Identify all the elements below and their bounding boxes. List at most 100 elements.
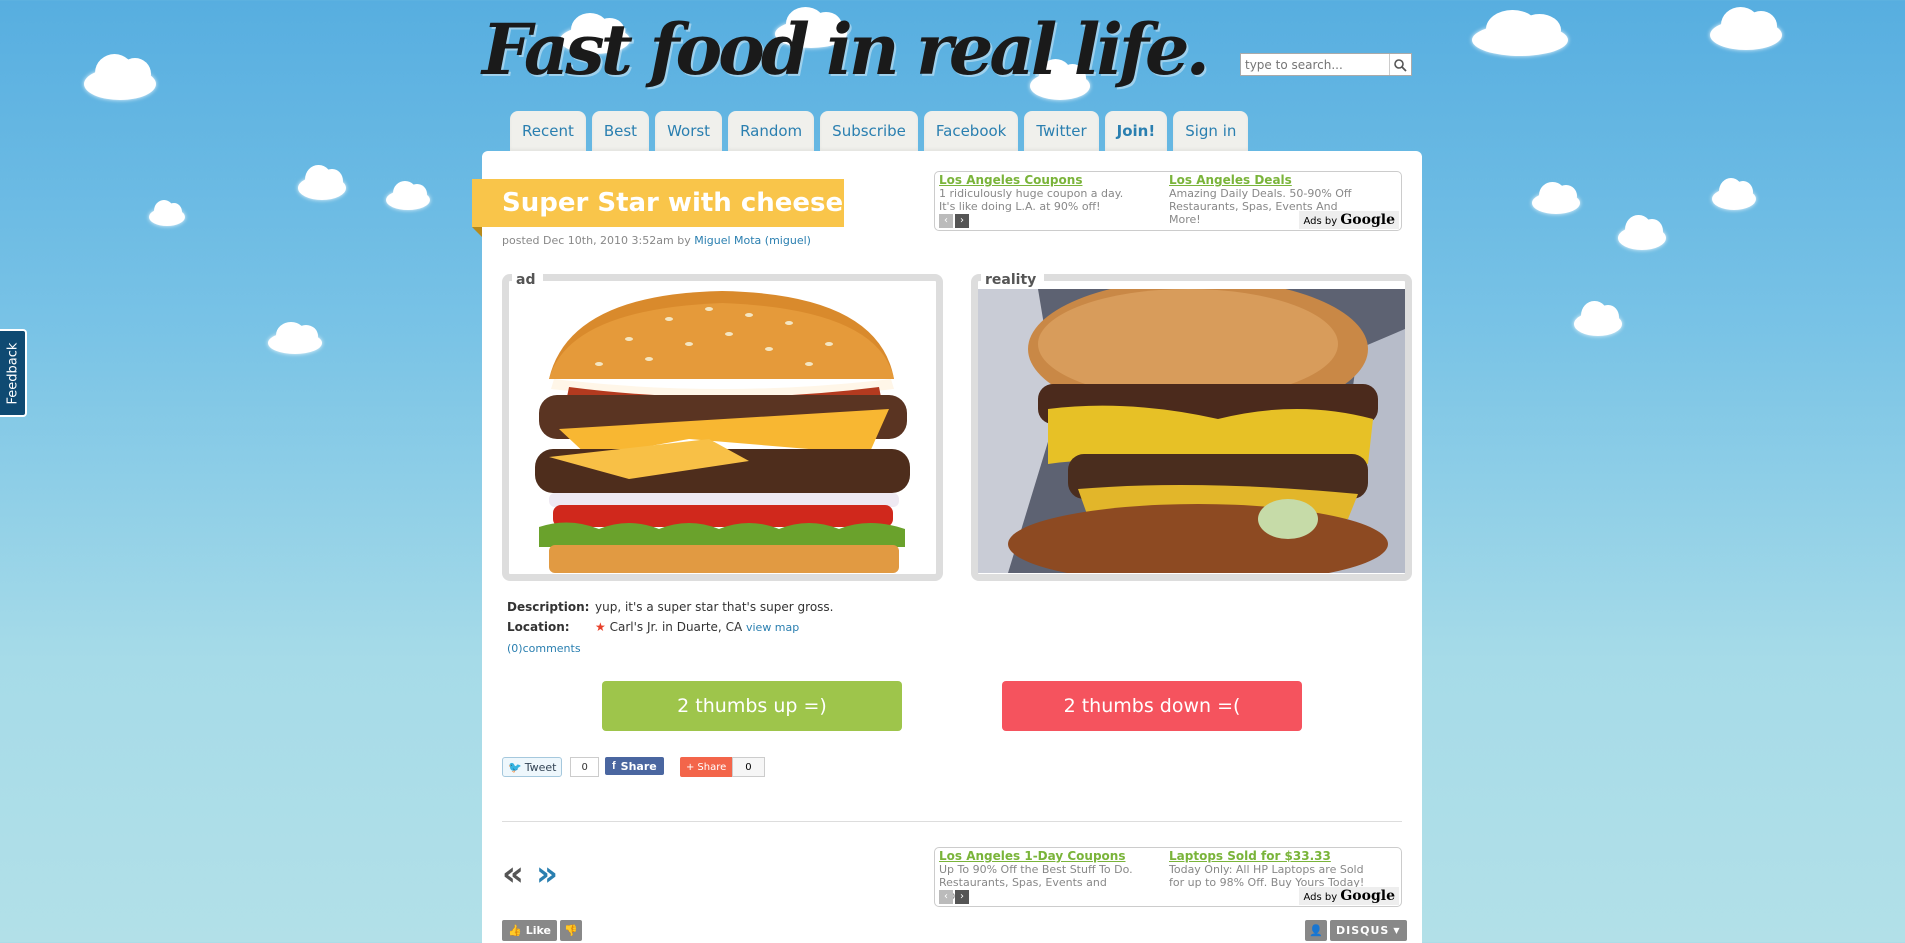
nav-tab-join[interactable]: Join!	[1104, 111, 1168, 151]
disqus-button[interactable]: DISQUS ▼	[1330, 920, 1407, 941]
nav-tab-worst[interactable]: Worst	[655, 111, 723, 151]
ad-link[interactable]: Los Angeles Deals	[1169, 174, 1369, 187]
cloud-decoration	[268, 322, 322, 354]
disqus-label: DISQUS	[1336, 924, 1390, 937]
ad-label: ad	[512, 272, 544, 288]
nav-tab-best[interactable]: Best	[591, 111, 650, 151]
ad-item: Laptops Sold for $33.33 Today Only: All …	[1169, 850, 1369, 890]
description-text: yup, it's a super star that's super gros…	[595, 600, 834, 614]
nav-tab-recent[interactable]: Recent	[510, 111, 586, 151]
comments-row: (0)comments	[507, 638, 833, 659]
cloud-decoration	[386, 181, 430, 210]
cloud-decoration	[1574, 301, 1622, 336]
facebook-icon: f	[612, 760, 616, 772]
location-text: Carl's Jr. in Duarte, CA	[609, 620, 743, 634]
user-icon: 👤	[1309, 924, 1323, 937]
thumbs-up-icon: 👍	[508, 924, 522, 937]
post-meta: posted Dec 10th, 2010 3:52am by Miguel M…	[502, 234, 811, 247]
like-button[interactable]: 👍 Like	[502, 920, 557, 941]
addthis-share-button[interactable]: + Share	[680, 757, 733, 777]
ad-unit-top: Los Angeles Coupons 1 ridiculously huge …	[934, 171, 1402, 231]
ad-image-frame: ad	[502, 272, 943, 581]
main-nav: Recent Best Worst Random Subscribe Faceb…	[510, 111, 1249, 151]
ad-next-arrow-icon[interactable]: ›	[955, 890, 969, 904]
nav-tab-sign-in[interactable]: Sign in	[1173, 111, 1249, 151]
nav-tab-twitter[interactable]: Twitter	[1024, 111, 1099, 151]
ad-arrows: ‹ ›	[939, 214, 969, 228]
facebook-share-button[interactable]: f Share	[605, 757, 664, 775]
search-icon[interactable]	[1389, 54, 1410, 75]
ads-by-google[interactable]: Ads by Google	[1299, 887, 1399, 905]
addthis-count: 0	[732, 757, 765, 777]
ad-link[interactable]: Laptops Sold for $33.33	[1169, 850, 1369, 863]
description-row: Description: yup, it's a super star that'…	[507, 597, 833, 617]
ad-item: Los Angeles Coupons 1 ridiculously huge …	[939, 174, 1139, 214]
cloud-decoration	[149, 199, 185, 226]
addthis-share-widget: + Share 0	[680, 757, 765, 777]
ads-by-text: Ads by	[1303, 892, 1338, 903]
ad-burger-image[interactable]	[509, 289, 936, 573]
ad-link[interactable]: Los Angeles Coupons	[939, 174, 1139, 187]
thumbs-down-button[interactable]: 2 thumbs down =(	[1002, 681, 1302, 731]
pager: « »	[502, 854, 558, 894]
ad-arrows: ‹ ›	[939, 890, 969, 904]
post-title-ribbon: Super Star with cheese	[472, 179, 844, 237]
search-box	[1240, 53, 1412, 76]
post-details: Description: yup, it's a super star that'…	[507, 597, 833, 659]
addthis-share-label: Share	[697, 761, 727, 773]
nav-tab-facebook[interactable]: Facebook	[923, 111, 1019, 151]
ad-link[interactable]: Los Angeles 1-Day Coupons	[939, 850, 1139, 863]
thumbs-up-button[interactable]: 2 thumbs up =)	[602, 681, 902, 731]
thumbs-down-icon: 👎	[564, 924, 578, 937]
nav-tab-random[interactable]: Random	[728, 111, 815, 151]
reality-burger-image[interactable]	[978, 289, 1405, 573]
author-link[interactable]: Miguel Mota (miguel)	[694, 234, 811, 247]
carls-jr-star-icon: ★	[595, 620, 606, 634]
comments-link[interactable]: (0)comments	[507, 642, 581, 655]
cloud-decoration	[84, 53, 156, 100]
cloud-decoration	[1618, 215, 1666, 250]
disqus-user-button[interactable]: 👤	[1305, 920, 1327, 941]
post-title: Super Star with cheese	[502, 188, 844, 218]
ads-by-text: Ads by	[1303, 216, 1338, 227]
facebook-share-label: Share	[620, 759, 657, 773]
twitter-bird-icon: 🐦	[508, 760, 522, 774]
feedback-tab[interactable]: Feedback	[0, 329, 27, 417]
ad-prev-arrow-icon[interactable]: ‹	[939, 890, 953, 904]
search-input[interactable]	[1241, 57, 1389, 72]
google-text: Google	[1340, 888, 1395, 904]
location-label: Location:	[507, 620, 570, 634]
posted-date: posted Dec 10th, 2010 3:52am by	[502, 234, 691, 247]
ad-text: 1 ridiculously huge coupon a day. It's l…	[939, 187, 1124, 213]
tweet-label: Tweet	[524, 760, 557, 774]
nav-tab-subscribe[interactable]: Subscribe	[820, 111, 918, 151]
chevron-down-icon: ▼	[1393, 926, 1401, 935]
ad-unit-bottom: Los Angeles 1-Day Coupons Up To 90% Off …	[934, 847, 1402, 907]
plus-icon: +	[686, 761, 695, 773]
site-logo[interactable]: Fast food in real life.	[482, 8, 1210, 91]
ad-item: Los Angeles 1-Day Coupons Up To 90% Off …	[939, 850, 1139, 903]
cloud-decoration	[298, 165, 346, 200]
google-text: Google	[1340, 212, 1395, 228]
tweet-button[interactable]: 🐦 Tweet	[502, 757, 563, 777]
dislike-button[interactable]: 👎	[560, 920, 582, 941]
view-map-link[interactable]: view map	[746, 621, 799, 634]
tweet-count: 0	[570, 757, 599, 777]
description-label: Description:	[507, 600, 590, 614]
cloud-decoration	[1710, 6, 1782, 50]
location-row: Location: ★ Carl's Jr. in Duarte, CA view…	[507, 617, 833, 638]
cloud-decoration	[1532, 182, 1580, 214]
reality-label: reality	[981, 272, 1045, 288]
ads-by-google[interactable]: Ads by Google	[1299, 211, 1399, 229]
cloud-decoration	[1712, 178, 1756, 210]
tweet-widget: 🐦 Tweet 0	[502, 757, 599, 777]
next-post-button[interactable]: »	[536, 854, 558, 894]
reality-image-frame: reality	[971, 272, 1412, 581]
ad-prev-arrow-icon[interactable]: ‹	[939, 214, 953, 228]
ad-text: Today Only: All HP Laptops are Sold for …	[1169, 863, 1365, 889]
previous-post-button[interactable]: «	[502, 854, 524, 894]
ad-next-arrow-icon[interactable]: ›	[955, 214, 969, 228]
feedback-label: Feedback	[5, 342, 21, 404]
like-label: Like	[525, 924, 551, 937]
cloud-decoration	[1472, 9, 1568, 56]
